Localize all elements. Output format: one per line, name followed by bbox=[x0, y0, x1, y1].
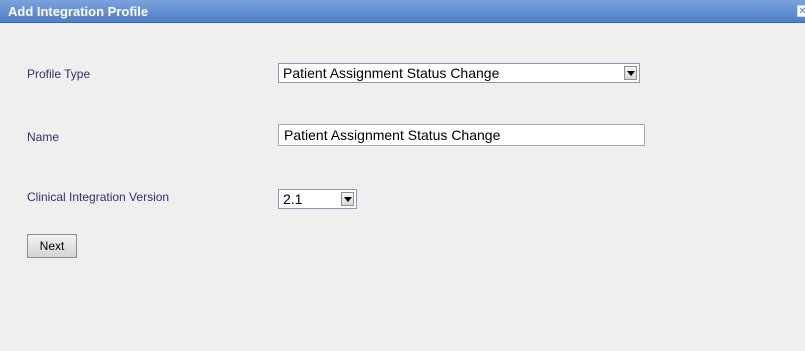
name-label: Name bbox=[27, 130, 60, 144]
name-input[interactable]: Patient Assignment Status Change bbox=[278, 124, 645, 146]
profile-type-value: Patient Assignment Status Change bbox=[283, 65, 500, 81]
version-value: 2.1 bbox=[283, 191, 303, 207]
next-button[interactable]: Next bbox=[27, 234, 77, 258]
name-input-value: Patient Assignment Status Change bbox=[284, 127, 501, 143]
profile-type-label: Profile Type bbox=[27, 67, 91, 81]
close-icon[interactable]: ✕ bbox=[797, 5, 805, 17]
chevron-down-icon[interactable] bbox=[624, 66, 637, 80]
add-integration-profile-dialog: Add Integration Profile ✕ Profile Type P… bbox=[0, 0, 805, 351]
dialog-titlebar: Add Integration Profile ✕ bbox=[0, 0, 805, 23]
dialog-title: Add Integration Profile bbox=[8, 4, 149, 19]
version-select[interactable]: 2.1 bbox=[278, 189, 357, 209]
profile-type-select[interactable]: Patient Assignment Status Change bbox=[278, 63, 640, 83]
version-label: Clinical Integration Version bbox=[27, 190, 170, 204]
chevron-down-icon[interactable] bbox=[341, 192, 354, 206]
